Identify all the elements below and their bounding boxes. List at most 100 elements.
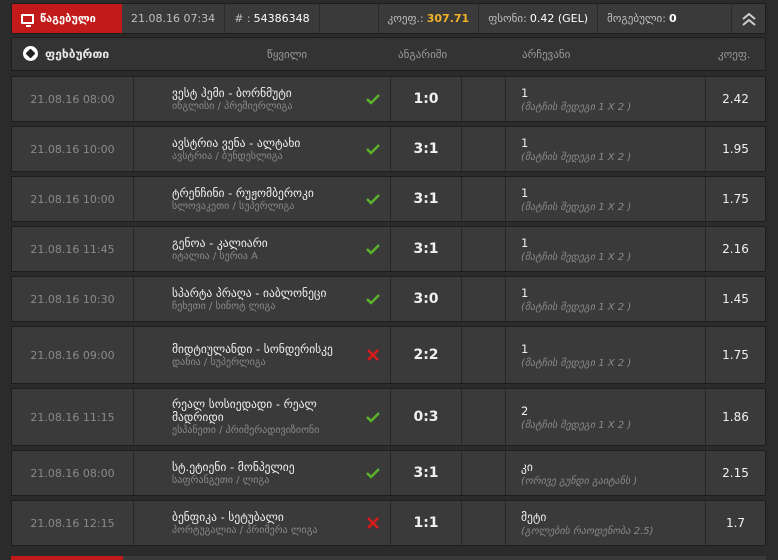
- table-row[interactable]: 21.08.16 11:15 რეალ სოსიედადი - რეალ მადრ…: [11, 388, 766, 446]
- pick-cell: კი (ორივე გუნდი გაიტანს ): [506, 451, 706, 495]
- check-icon: [366, 194, 380, 205]
- col-odd: კოეფ.: [718, 48, 751, 61]
- event-date: 21.08.16 12:15: [12, 501, 134, 545]
- pick-odd: 2.42: [722, 92, 749, 106]
- event-date: 21.08.16 08:00: [12, 451, 134, 495]
- event-league: საფრანგეთი / ლიგა: [172, 474, 270, 486]
- event-cell: რეალ სოსიედადი - რეალ მადრიდი ესპანეთი / …: [134, 389, 391, 445]
- event-score: 3:1: [391, 227, 462, 271]
- event-score: 3:1: [391, 177, 462, 221]
- bottom-tab-bar: [123, 556, 766, 560]
- event-league: ჩეხეთი / სინოტ ლიგა: [172, 300, 276, 312]
- pick-value: კი: [521, 459, 533, 474]
- pick-value: 1: [521, 135, 529, 150]
- winnings: მოგებული: 0: [598, 4, 686, 33]
- spacer: [462, 77, 506, 121]
- event-date: 21.08.16 08:00: [12, 77, 134, 121]
- tab-lost[interactable]: წაგებული: [12, 4, 122, 33]
- check-icon: [366, 412, 380, 423]
- event-teams[interactable]: სტ.ეტიენი - მონპელიე: [172, 460, 352, 474]
- event-league: სლოვაკეთი / სუპერლიგა: [172, 200, 295, 212]
- pick-cell: 1 (მატჩის შედეგი 1 X 2 ): [506, 77, 706, 121]
- pick-odd: 2.15: [722, 466, 749, 480]
- event-score: 1:1: [391, 501, 462, 545]
- pick-cell: 1 (მატჩის შედეგი 1 X 2 ): [506, 127, 706, 171]
- check-icon: [366, 294, 380, 305]
- event-score: 3:0: [391, 277, 462, 321]
- check-icon: [366, 468, 380, 479]
- spacer: [462, 327, 506, 383]
- pick-market: (მატჩის შედეგი 1 X 2 ): [521, 101, 632, 113]
- pick-market: (მატჩის შედეგი 1 X 2 ): [521, 301, 632, 313]
- collapse-button[interactable]: [731, 4, 765, 33]
- sport-title: ფეხბურთი: [45, 47, 110, 61]
- event-teams[interactable]: რეალ სოსიედადი - რეალ მადრიდი: [172, 398, 352, 424]
- chevron-up-double-icon: [741, 12, 756, 26]
- pick-market: (ორივე გუნდი გაიტანს ): [521, 475, 638, 487]
- pick-value: 1: [521, 235, 529, 250]
- cross-icon: [367, 349, 379, 361]
- spacer: [462, 177, 506, 221]
- event-league: ავსტრია / ბუნდესლიგა: [172, 150, 283, 162]
- event-date: 21.08.16 09:00: [12, 327, 134, 383]
- col-pick: არჩევანი: [522, 48, 571, 61]
- total-odds: კოეფ.: 307.71: [377, 4, 480, 33]
- event-score: 3:1: [391, 451, 462, 495]
- event-score: 3:1: [391, 127, 462, 171]
- pick-cell: 1 (მატჩის შედეგი 1 X 2 ): [506, 327, 706, 383]
- event-date: 21.08.16 10:30: [12, 277, 134, 321]
- pick-odd: 1.45: [722, 292, 749, 306]
- event-teams[interactable]: ტრენჩინი - რუჟომბეროკი: [172, 186, 352, 200]
- event-cell: ვესტ ჰემი - ბორნმუტი ინგლისი / პრემიერლიგ…: [134, 77, 391, 121]
- table-header: ფეხბურთი წყვილი ანგარიში არჩევანი კოეფ.: [11, 37, 766, 71]
- event-cell: ავსტრია ვენა - ალტახი ავსტრია / ბუნდესლიგ…: [134, 127, 391, 171]
- winnings-label: მოგებული:: [607, 12, 666, 25]
- event-league: ესპანეთი / პრიმერადივიზიონი: [172, 425, 320, 436]
- event-score: 1:0: [391, 77, 462, 121]
- event-teams[interactable]: გენოა - კალიარი: [172, 236, 352, 250]
- event-league: ინგლისი / პრემიერლიგა: [172, 100, 293, 112]
- total-odds-value: 307.71: [426, 12, 470, 25]
- stake-label: ფსონი:: [488, 12, 527, 25]
- stake: ფსონი: 0.42 (GEL): [479, 4, 599, 33]
- table-row[interactable]: 21.08.16 10:30 სპარტა პრაღა - იაბლონეცი ჩე…: [11, 276, 766, 322]
- event-score: 2:2: [391, 327, 462, 383]
- pick-odd: 1.86: [722, 410, 749, 424]
- tab-lost-label: წაგებული: [40, 12, 96, 25]
- table-row[interactable]: 21.08.16 12:15 ბენფიკა - სეტუბალი პორტუგალ…: [11, 500, 766, 546]
- check-icon: [366, 244, 380, 255]
- pick-value: 1: [521, 341, 529, 356]
- pick-value: 1: [521, 285, 529, 300]
- table-row[interactable]: 21.08.16 10:00 ტრენჩინი - რუჟომბეროკი სლოვ…: [11, 176, 766, 222]
- pick-cell: 1 (მატჩის შედეგი 1 X 2 ): [506, 227, 706, 271]
- pick-cell: 1 (მატჩის შედეგი 1 X 2 ): [506, 277, 706, 321]
- pick-odd: 1.7: [725, 516, 746, 530]
- event-date: 21.08.16 11:45: [12, 227, 134, 271]
- pick-odd: 1.75: [722, 192, 749, 206]
- table-row[interactable]: 21.08.16 08:00 სტ.ეტიენი - მონპელიე საფრან…: [11, 450, 766, 496]
- event-cell: ტრენჩინი - რუჟომბეროკი სლოვაკეთი / სუპერლ…: [134, 177, 391, 221]
- bottom-tab-active[interactable]: [11, 556, 123, 560]
- table-row[interactable]: 21.08.16 11:45 გენოა - კალიარი იტალია / სე…: [11, 226, 766, 272]
- event-teams[interactable]: ბენფიკა - სეტუბალი: [172, 510, 352, 524]
- pick-market: (მატჩის შედეგი 1 X 2 ): [521, 201, 632, 213]
- football-icon: [23, 46, 38, 61]
- pick-odd: 1.75: [722, 348, 749, 362]
- event-teams[interactable]: მიდტიულანდი - სონდერისკე: [172, 342, 352, 356]
- event-teams[interactable]: სპარტა პრაღა - იაბლონეცი: [172, 286, 352, 300]
- ticket-id: # : 54386348: [225, 4, 320, 33]
- check-icon: [366, 94, 380, 105]
- table-row[interactable]: 21.08.16 10:00 ავსტრია ვენა - ალტახი ავსტრ…: [11, 126, 766, 172]
- monitor-icon: [21, 13, 34, 27]
- col-event: წყვილი: [267, 48, 308, 61]
- pick-market: (მატჩის შედეგი 1 X 2 ): [521, 419, 632, 431]
- table-row[interactable]: 21.08.16 09:00 მიდტიულანდი - სონდერისკე და…: [11, 326, 766, 384]
- col-score: ანგარიში: [398, 48, 448, 61]
- table-row[interactable]: 21.08.16 08:00 ვესტ ჰემი - ბორნმუტი ინგლის…: [11, 76, 766, 122]
- spacer: [462, 227, 506, 271]
- event-date: 21.08.16 10:00: [12, 127, 134, 171]
- event-teams[interactable]: ავსტრია ვენა - ალტახი: [172, 136, 352, 150]
- total-odds-label: კოეფ.:: [387, 12, 424, 25]
- event-teams[interactable]: ვესტ ჰემი - ბორნმუტი: [172, 86, 352, 100]
- event-score: 0:3: [391, 389, 462, 445]
